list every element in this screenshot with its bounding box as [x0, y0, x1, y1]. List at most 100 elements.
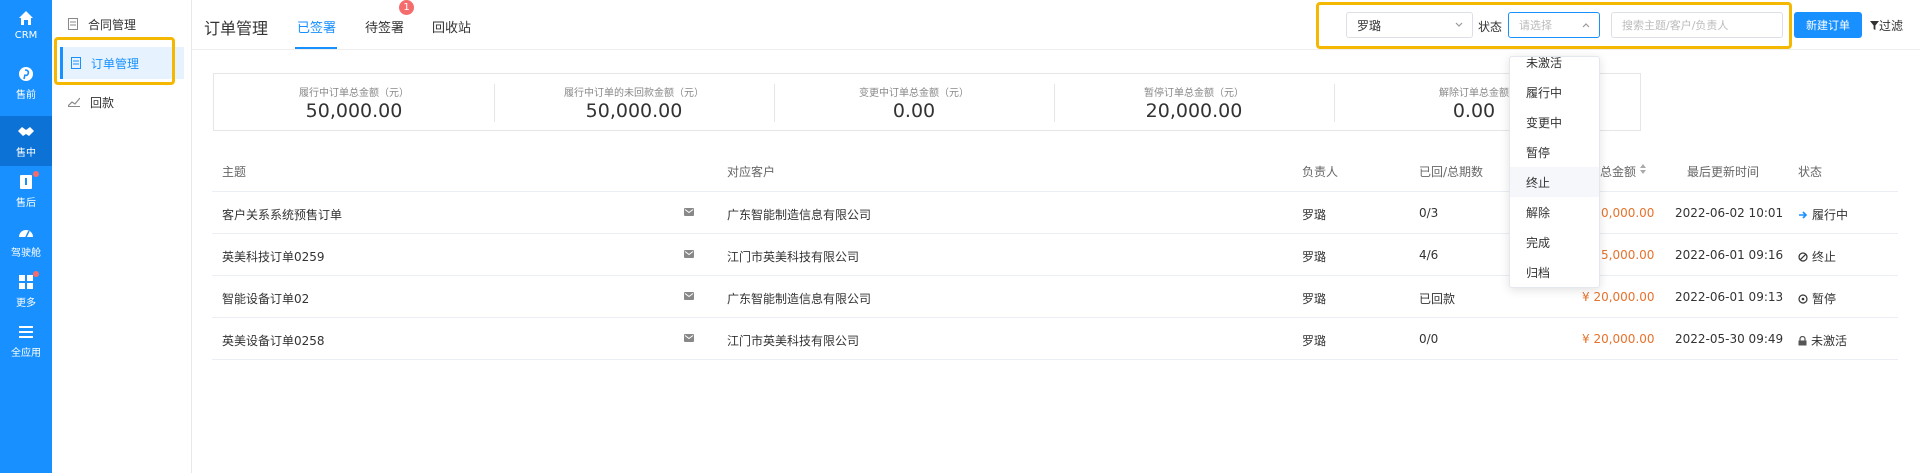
summary-value: 0.00 — [892, 100, 936, 122]
prohibited-icon — [1798, 251, 1808, 262]
cell-periods: 4/6 — [1419, 248, 1439, 262]
status-option-dissolved[interactable]: 解除 — [1510, 197, 1599, 227]
status-text: 履行中 — [1812, 208, 1849, 222]
column-header-amount[interactable]: 总金额 — [1600, 163, 1636, 180]
cell-updated: 2022-06-01 09:13 — [1675, 290, 1784, 304]
status-text: 未激活 — [1811, 334, 1848, 348]
mail-icon[interactable] — [684, 292, 694, 300]
filter-label: 过滤 — [1879, 19, 1904, 33]
orders-table: 主题 对应客户 负责人 已回/总期数 总金额 最后更新时间 状态 客户关系系统预… — [212, 150, 1898, 360]
rail-item-more[interactable]: 更多 — [0, 266, 52, 316]
submenu-label: 订单管理 — [91, 56, 140, 71]
sort-icon[interactable] — [1639, 163, 1647, 175]
rail-item-insale[interactable]: 售中 — [0, 116, 52, 166]
rail-label: CRM — [14, 30, 38, 41]
tab-pending[interactable]: 待签署 — [365, 17, 404, 36]
status-option-paused[interactable]: 暂停 — [1510, 137, 1599, 167]
table-row[interactable]: 英美科技订单0259 江门市英美科技有限公司 罗璐 4/6 5,000.00 2… — [212, 234, 1898, 276]
cell-subject[interactable]: 英美设备订单0258 — [222, 332, 325, 349]
mail-icon[interactable] — [684, 334, 694, 342]
rail-label: 售后 — [16, 198, 36, 209]
rail-label: 驾驶舱 — [11, 248, 41, 259]
status-option-changing[interactable]: 变更中 — [1510, 107, 1599, 137]
secondary-menu: 合同管理 订单管理 回款 — [52, 0, 192, 473]
rail-label: 售中 — [16, 148, 36, 159]
summary-label: 履行中订单的未回款金额（元） — [564, 88, 704, 99]
pause-circle-icon — [1798, 293, 1808, 304]
cell-customer[interactable]: 广东智能制造信息有限公司 — [727, 290, 871, 307]
summary-value: 50,000.00 — [305, 100, 403, 122]
mail-icon[interactable] — [684, 208, 694, 216]
home-icon — [17, 9, 35, 27]
after-sales-icon — [17, 171, 39, 191]
tab-signed[interactable]: 已签署 — [297, 17, 336, 36]
cell-customer[interactable]: 江门市英美科技有限公司 — [727, 332, 859, 349]
cell-owner: 罗璐 — [1302, 250, 1327, 264]
status-option-active[interactable]: 履行中 — [1510, 77, 1599, 107]
rail-item-all-apps[interactable]: 全应用 — [0, 316, 52, 366]
column-header-updated[interactable]: 最后更新时间 — [1687, 163, 1759, 180]
summary-label: 变更中订单总金额（元） — [859, 88, 969, 99]
status-option-inactive[interactable]: 未激活 — [1510, 57, 1599, 77]
table-row[interactable]: 智能设备订单02 广东智能制造信息有限公司 罗璐 已回款 ¥ 20,000.00… — [212, 276, 1898, 318]
mail-icon[interactable] — [684, 250, 694, 258]
app: CRM 售前 售中 售后 驾驶舱 更多 全应用 合同管理 订单管理 回款 订单管… — [0, 0, 1920, 473]
document-icon — [71, 57, 81, 69]
page-title: 订单管理 — [204, 19, 269, 38]
status-label: 状态 — [1478, 20, 1503, 34]
dashboard-icon — [17, 223, 35, 241]
column-header-subject[interactable]: 主题 — [222, 163, 246, 180]
rail-item-aftersale[interactable]: 售后 — [0, 166, 52, 216]
status-select-placeholder: 请选择 — [1519, 19, 1552, 32]
rail-item-crm[interactable]: CRM — [0, 0, 52, 50]
summary-stat: 履行中订单的未回款金额（元） 50,000.00 — [494, 74, 774, 132]
cell-amount: 5,000.00 — [1601, 248, 1655, 262]
column-header-status[interactable]: 状态 — [1798, 163, 1822, 180]
cell-customer[interactable]: 江门市英美科技有限公司 — [727, 248, 859, 265]
owner-select[interactable]: 罗璐 — [1346, 12, 1473, 38]
document-icon — [68, 18, 78, 30]
search-input[interactable]: 搜索主题/客户/负责人 — [1611, 12, 1783, 38]
cell-subject[interactable]: 英美科技订单0259 — [222, 248, 325, 265]
filter-button[interactable]: 过滤 — [1870, 17, 1903, 34]
new-order-button[interactable]: 新建订单 — [1794, 12, 1862, 38]
tab-recycle-bin[interactable]: 回收站 — [432, 17, 471, 36]
status-dropdown: 未激活 履行中 变更中 暂停 终止 解除 完成 归档 — [1509, 56, 1600, 288]
submenu-item-contracts[interactable]: 合同管理 — [60, 8, 184, 40]
cell-status: 履行中 — [1798, 206, 1848, 223]
cell-amount: ¥ 20,000.00 — [1582, 290, 1655, 304]
rail-label: 售前 — [16, 90, 36, 101]
column-header-customer[interactable]: 对应客户 — [727, 163, 775, 180]
rail-item-presale[interactable]: 售前 — [0, 58, 52, 108]
summary-label: 履行中订单总金额（元） — [299, 88, 409, 99]
submenu-label: 回款 — [90, 95, 115, 110]
status-option-terminated[interactable]: 终止 — [1510, 167, 1599, 197]
rail-item-cockpit[interactable]: 驾驶舱 — [0, 216, 52, 266]
cell-customer[interactable]: 广东智能制造信息有限公司 — [727, 206, 871, 223]
cell-periods: 0/0 — [1419, 332, 1439, 346]
cell-subject[interactable]: 智能设备订单02 — [222, 290, 309, 307]
rail-label: 全应用 — [11, 348, 41, 359]
column-header-owner[interactable]: 负责人 — [1302, 163, 1338, 180]
chevron-down-icon — [1455, 22, 1463, 27]
status-option-completed[interactable]: 完成 — [1510, 227, 1599, 257]
grid-icon — [17, 271, 39, 291]
summary-value: 50,000.00 — [585, 100, 683, 122]
funnel-icon — [1870, 21, 1879, 30]
cell-status: 暂停 — [1798, 290, 1836, 307]
table-row[interactable]: 英美设备订单0258 江门市英美科技有限公司 罗璐 0/0 ¥ 20,000.0… — [212, 318, 1898, 360]
column-header-periods[interactable]: 已回/总期数 — [1419, 163, 1483, 180]
submenu-item-orders[interactable]: 订单管理 — [60, 47, 184, 79]
table-header: 主题 对应客户 负责人 已回/总期数 总金额 最后更新时间 状态 — [212, 150, 1898, 192]
cell-periods: 已回款 — [1419, 292, 1456, 306]
status-option-archived[interactable]: 归档 — [1510, 257, 1599, 287]
cell-status: 终止 — [1798, 248, 1836, 265]
summary-value: 20,000.00 — [1145, 100, 1243, 122]
cell-status: 未激活 — [1798, 332, 1847, 349]
cell-subject[interactable]: 客户关系系统预售订单 — [222, 206, 342, 223]
status-select[interactable]: 请选择 — [1508, 12, 1600, 38]
cell-amount: ¥ 20,000.00 — [1582, 332, 1655, 346]
table-row[interactable]: 客户关系系统预售订单 广东智能制造信息有限公司 罗璐 0/3 0,000.00 … — [212, 192, 1898, 234]
submenu-item-payments[interactable]: 回款 — [60, 86, 184, 118]
search-placeholder: 搜索主题/客户/负责人 — [1622, 19, 1729, 32]
